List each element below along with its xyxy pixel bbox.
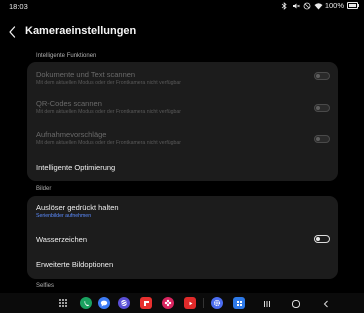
taskbar <box>0 293 364 313</box>
do-not-disturb-icon <box>303 2 311 10</box>
taskbar-divider <box>203 298 204 308</box>
toggle-qr-codes[interactable] <box>314 104 330 112</box>
setting-subtitle: Mit dem aktuellen Modus oder der Frontka… <box>36 140 182 146</box>
setting-title: Dokumente und Text scannen <box>36 70 136 79</box>
setting-row-intelligent-optimization[interactable]: Intelligente Optimierung <box>36 163 330 172</box>
settings-icon[interactable] <box>211 297 223 309</box>
back-icon <box>323 300 328 308</box>
setting-subtitle: Mit dem aktuellen Modus oder der Frontka… <box>36 80 182 86</box>
wifi-icon <box>314 2 323 10</box>
section-label-images: Bilder <box>36 186 52 192</box>
flower-icon[interactable] <box>162 297 174 309</box>
setting-row-scan-docs[interactable]: Dokumente und Text scannen Mit dem aktue… <box>36 70 330 86</box>
setting-row-watermark[interactable]: Wasserzeichen <box>36 235 330 244</box>
setting-title: Auslöser gedrückt halten <box>36 203 119 212</box>
setting-subtitle: Mit dem aktuellen Modus oder der Frontka… <box>36 109 182 115</box>
toggle-watermark[interactable] <box>314 235 330 243</box>
images-card: Auslöser gedrückt halten Serienbilder au… <box>27 196 338 279</box>
setting-title: Aufnahmevorschläge <box>36 130 107 139</box>
recent-apps-button[interactable] <box>261 297 273 309</box>
battery-icon <box>347 2 359 9</box>
mute-icon <box>292 2 300 10</box>
phone-icon[interactable] <box>80 297 92 309</box>
back-button[interactable] <box>6 24 20 40</box>
toggle-shot-suggestions[interactable] <box>314 135 330 143</box>
messages-icon[interactable] <box>98 297 110 309</box>
setting-title: Erweiterte Bildoptionen <box>36 260 114 269</box>
samsung-internet-icon[interactable] <box>118 297 130 309</box>
page-header: Kameraeinstellungen <box>0 22 364 42</box>
status-icons: 100% <box>281 1 359 10</box>
setting-row-hold-shutter[interactable]: Auslöser gedrückt halten Serienbilder au… <box>36 203 330 219</box>
battery-percent: 100% <box>324 1 344 10</box>
home-icon <box>292 300 300 308</box>
status-time: 18:03 <box>9 2 28 11</box>
setting-title: Wasserzeichen <box>36 235 87 244</box>
setting-row-shot-suggestions[interactable]: Aufnahmevorschläge Mit dem aktuellen Mod… <box>36 130 330 146</box>
chevron-left-icon <box>9 26 16 38</box>
bluetooth-icon <box>281 1 289 10</box>
setting-title: Intelligente Optimierung <box>36 163 116 172</box>
nav-back-button[interactable] <box>320 297 332 309</box>
setting-subtitle-link: Serienbilder aufnehmen <box>36 213 92 219</box>
setting-title: QR-Codes scannen <box>36 99 102 108</box>
app-drawer-icon[interactable] <box>59 299 67 307</box>
smart-features-card: Dokumente und Text scannen Mit dem aktue… <box>27 62 338 181</box>
page-title: Kameraeinstellungen <box>25 25 137 37</box>
home-button[interactable] <box>290 297 302 309</box>
recents-icon <box>264 301 270 307</box>
toggle-scan-docs[interactable] <box>314 72 330 80</box>
setting-row-advanced-options[interactable]: Erweiterte Bildoptionen <box>36 260 330 269</box>
status-bar: 18:03 100% <box>0 0 364 12</box>
setting-row-qr-codes[interactable]: QR-Codes scannen Mit dem aktuellen Modus… <box>36 99 330 115</box>
camera-settings-screen: 18:03 100% Kameraeinstellungen Intellige… <box>0 0 364 313</box>
section-label-smart-features: Intelligente Funktionen <box>36 53 97 59</box>
youtube-icon[interactable] <box>184 297 196 309</box>
section-label-selfies: Selfies <box>36 283 55 289</box>
flipboard-icon[interactable] <box>140 297 152 309</box>
calculator-icon[interactable] <box>233 297 245 309</box>
